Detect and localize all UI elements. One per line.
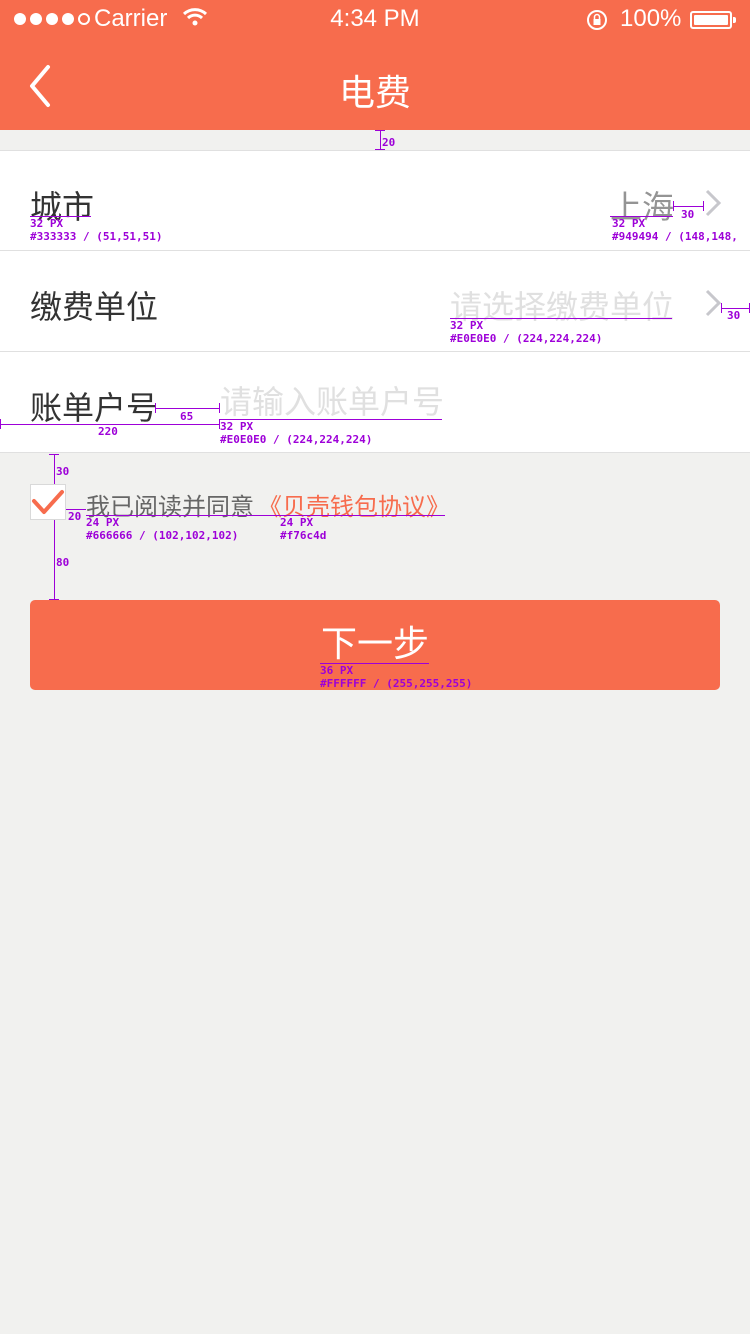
battery-percent: 100% [620,5,682,32]
annotation-button-size: 36 PX [320,664,354,677]
annotation-agree-color: #666666 / (102,102,102) [86,529,239,542]
payment-unit-row[interactable]: 缴费单位 请选择缴费单位 [0,251,750,352]
status-bar: Carrier 4:34 PM 100% [0,0,750,40]
annotation-tick [49,599,59,600]
chevron-right-icon [705,189,722,217]
annotation-unit-size: 32 PX [450,319,484,332]
payment-unit-label: 缴费单位 [30,288,159,326]
chevron-right-icon [705,289,722,317]
annotation-link-size: 24 PX [280,516,314,529]
annotation-line [54,520,55,600]
annotation-tick [375,130,385,131]
annotation-account-color: #E0E0E0 / (224,224,224) [220,433,373,446]
annotation-underline [220,419,442,420]
annotation-tick [0,419,1,429]
annotation-chevron-gap-2: 30 [727,309,741,322]
annotation-line [54,454,55,484]
annotation-city-size: 32 PX [30,217,64,230]
annotation-tick [375,149,385,150]
payment-unit-placeholder: 请选择缴费单位 [450,288,675,326]
annotation-tick [721,303,722,313]
annotation-city-color: #333333 / (51,51,51) [30,230,163,243]
account-number-label: 账单户号 [30,389,159,427]
annotation-gap-30: 30 [56,465,70,478]
annotation-unit-color: #E0E0E0 / (224,224,224) [450,332,603,345]
annotation-line [155,408,219,409]
annotation-chevron-gap-1: 30 [681,208,695,221]
annotation-tick [673,201,674,211]
annotation-line [380,130,381,150]
rotation-lock-icon [587,10,607,30]
annotation-city-value-color: #949494 / (148,148, [612,230,738,243]
annotation-tick [219,403,220,413]
annotation-underline [86,515,445,516]
annotation-city-value-size: 32 PX [612,217,646,230]
annotation-gap-80: 80 [56,556,70,569]
annotation-gap-65: 65 [180,410,194,423]
account-number-input[interactable] [220,383,720,421]
checkmark-icon [32,490,64,514]
annotation-link-color: #f76c4d [280,529,327,542]
annotation-button-color: #FFFFFF / (255,255,255) [320,677,473,690]
page-title: 电费 [338,73,411,114]
annotation-tick [49,454,59,455]
annotation-gap-220: 220 [98,425,118,438]
annotation-line [673,206,704,207]
agreement-checkbox[interactable] [30,484,66,520]
battery-icon [690,11,736,29]
nav-header: Carrier 4:34 PM 100% 电费 [0,0,750,130]
annotation-tick [703,201,704,211]
annotation-agree-size: 24 PX [86,516,120,529]
annotation-account-size: 32 PX [220,420,254,433]
annotation-gap-top: 20 [382,136,396,149]
annotation-gap-20: 20 [68,510,82,523]
annotation-tick [155,403,156,413]
annotation-underline [450,318,672,319]
